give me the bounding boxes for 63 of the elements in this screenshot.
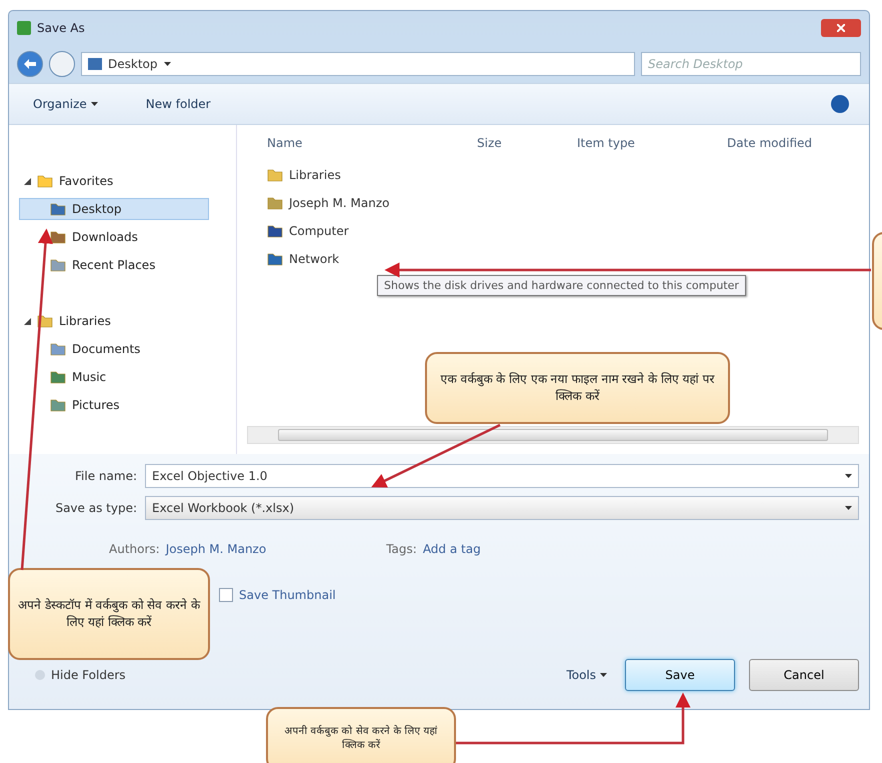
folder-icon	[50, 370, 66, 384]
authors-label: Authors:	[109, 542, 160, 556]
save-thumbnail-checkbox[interactable]: Save Thumbnail	[219, 588, 859, 602]
address-bar[interactable]: Desktop	[81, 52, 635, 76]
close-button[interactable]	[821, 19, 861, 37]
folder-icon	[267, 252, 283, 266]
folder-icon	[50, 258, 66, 272]
sidebar-item[interactable]: Desktop	[19, 198, 209, 220]
folder-icon	[50, 202, 66, 216]
caret-icon	[600, 673, 607, 677]
field-label: Save as type:	[54, 501, 137, 515]
column-header[interactable]: Size	[477, 136, 577, 150]
type-dropdown[interactable]: Excel Workbook (*.xlsx)	[145, 496, 859, 520]
back-button[interactable]	[17, 51, 43, 77]
caret-icon	[90, 102, 98, 106]
tools-button[interactable]: Tools	[562, 666, 611, 684]
folder-icon	[267, 196, 283, 210]
tags-value[interactable]: Add a tag	[422, 542, 481, 556]
desktop-icon	[88, 58, 102, 70]
file-item[interactable]: Libraries	[247, 161, 341, 189]
caret-icon	[164, 62, 170, 66]
callout: अपनी वर्कबुक को सेव करने के लिए यहां क्लिक करें	[266, 707, 456, 763]
tags-label: Tags:	[386, 542, 417, 556]
address-location: Desktop	[108, 57, 158, 71]
toolbar-button[interactable]: New folder	[142, 95, 215, 113]
file-item[interactable]: Network	[247, 245, 340, 273]
sidebar-group[interactable]: Libraries	[19, 310, 209, 332]
folder-icon	[267, 224, 283, 238]
column-header[interactable]: Item type	[577, 136, 727, 150]
folder-icon	[50, 398, 66, 412]
app-icon	[17, 21, 31, 35]
sidebar-item[interactable]: Documents	[19, 338, 209, 360]
sidebar-item[interactable]: Pictures	[19, 394, 209, 416]
folder-icon	[50, 342, 66, 356]
sidebar-group[interactable]: Favorites	[19, 170, 209, 192]
folder-icon	[37, 174, 53, 188]
search-field[interactable]: Search Desktop	[641, 52, 861, 76]
column-header[interactable]: Date modified	[727, 136, 859, 150]
folder-icon	[267, 168, 283, 182]
authors-value[interactable]: Joseph M. Manzo	[166, 542, 266, 556]
caret-icon	[845, 506, 852, 510]
sidebar-item[interactable]: Downloads	[19, 226, 209, 248]
callout: अपने डेस्कटॉप में वर्कबुक को सेव करने के लिए यहां क्लिक करें	[8, 568, 210, 660]
back-arrow-icon	[24, 59, 36, 69]
dialog-button[interactable]: Save	[625, 659, 735, 691]
hide-folders-button[interactable]: Hide Folders	[29, 667, 132, 683]
callout: एक वर्कबुक के लिए एक नया फाइल नाम रखने के लिए यहां पर क्लिक करें	[425, 352, 730, 424]
folder-icon	[50, 230, 66, 244]
file-item[interactable]: Computer	[247, 217, 349, 245]
field-label: File name:	[74, 469, 137, 483]
tooltip: Shows the disk drives and hardware connected to this computer	[377, 275, 746, 296]
file-name-field[interactable]: Excel Objective 1.0	[145, 464, 859, 488]
sidebar-item[interactable]: Recent Places	[19, 254, 209, 276]
column-header[interactable]: Name	[267, 136, 477, 150]
close-icon	[837, 24, 845, 32]
sidebar-item[interactable]: Music	[19, 366, 209, 388]
forward-button[interactable]	[49, 51, 75, 77]
toolbar-button[interactable]: Organize	[29, 95, 102, 113]
dialog-button[interactable]: Cancel	[749, 659, 859, 691]
file-item[interactable]: Joseph M. Manzo	[247, 189, 390, 217]
caret-icon	[845, 474, 852, 478]
window-title: Save As	[37, 21, 85, 35]
horizontal-scrollbar[interactable]	[247, 426, 859, 444]
